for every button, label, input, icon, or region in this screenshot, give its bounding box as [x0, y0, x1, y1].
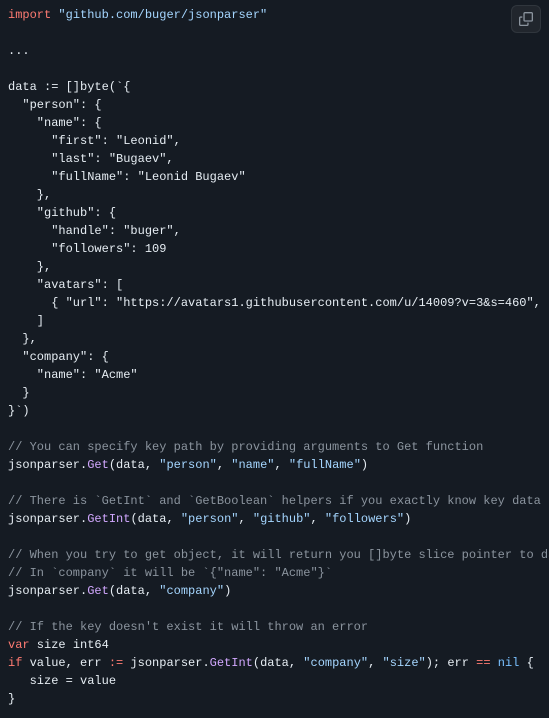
json-line: } [8, 386, 30, 400]
comment: // When you try to get object, it will r… [8, 548, 549, 562]
fn-getint: GetInt [210, 656, 253, 670]
json-line: "handle": "buger", [8, 224, 181, 238]
keyword-import: import [8, 8, 51, 22]
json-line: { "url": "https://avatars1.githubusercon… [8, 296, 549, 310]
copy-icon [519, 12, 533, 26]
json-line: "fullName": "Leonid Bugaev" [8, 170, 246, 184]
json-line: "followers": 109 [8, 242, 166, 256]
pkg: jsonparser. [8, 584, 87, 598]
comment: // You can specify key path by providing… [8, 440, 483, 454]
pkg: jsonparser. [8, 458, 87, 472]
copy-button[interactable] [511, 5, 541, 33]
json-line: ] [8, 314, 44, 328]
comment: // If the key doesn't exist it will thro… [8, 620, 368, 634]
keyword-var: var [8, 638, 30, 652]
json-line: }`) [8, 404, 30, 418]
json-line: "person": { [8, 98, 102, 112]
code-block: import "github.com/buger/jsonparser" ...… [0, 0, 549, 718]
json-line: }, [8, 188, 51, 202]
json-line: "company": { [8, 350, 109, 364]
keyword-if: if [8, 656, 22, 670]
ellipsis: ... [8, 44, 30, 58]
comment: // In `company` it will be `{"name": "Ac… [8, 566, 332, 580]
json-line: "github": { [8, 206, 116, 220]
pkg: jsonparser. [8, 512, 87, 526]
json-line: }, [8, 260, 51, 274]
fn-get: Get [87, 458, 109, 472]
code-content: import "github.com/buger/jsonparser" ...… [8, 6, 541, 708]
json-line: "avatars": [ [8, 278, 123, 292]
json-line: "last": "Bugaev", [8, 152, 174, 166]
comment: // There is `GetInt` and `GetBoolean` he… [8, 494, 549, 508]
nil: nil [491, 656, 520, 670]
string-import-path: "github.com/buger/jsonparser" [58, 8, 267, 22]
json-line: "name": { [8, 116, 102, 130]
json-line: "first": "Leonid", [8, 134, 181, 148]
json-line: "name": "Acme" [8, 368, 138, 382]
fn-get: Get [87, 584, 109, 598]
data-decl: data := []byte(`{ [8, 80, 130, 94]
fn-getint: GetInt [87, 512, 130, 526]
json-line: }, [8, 332, 37, 346]
